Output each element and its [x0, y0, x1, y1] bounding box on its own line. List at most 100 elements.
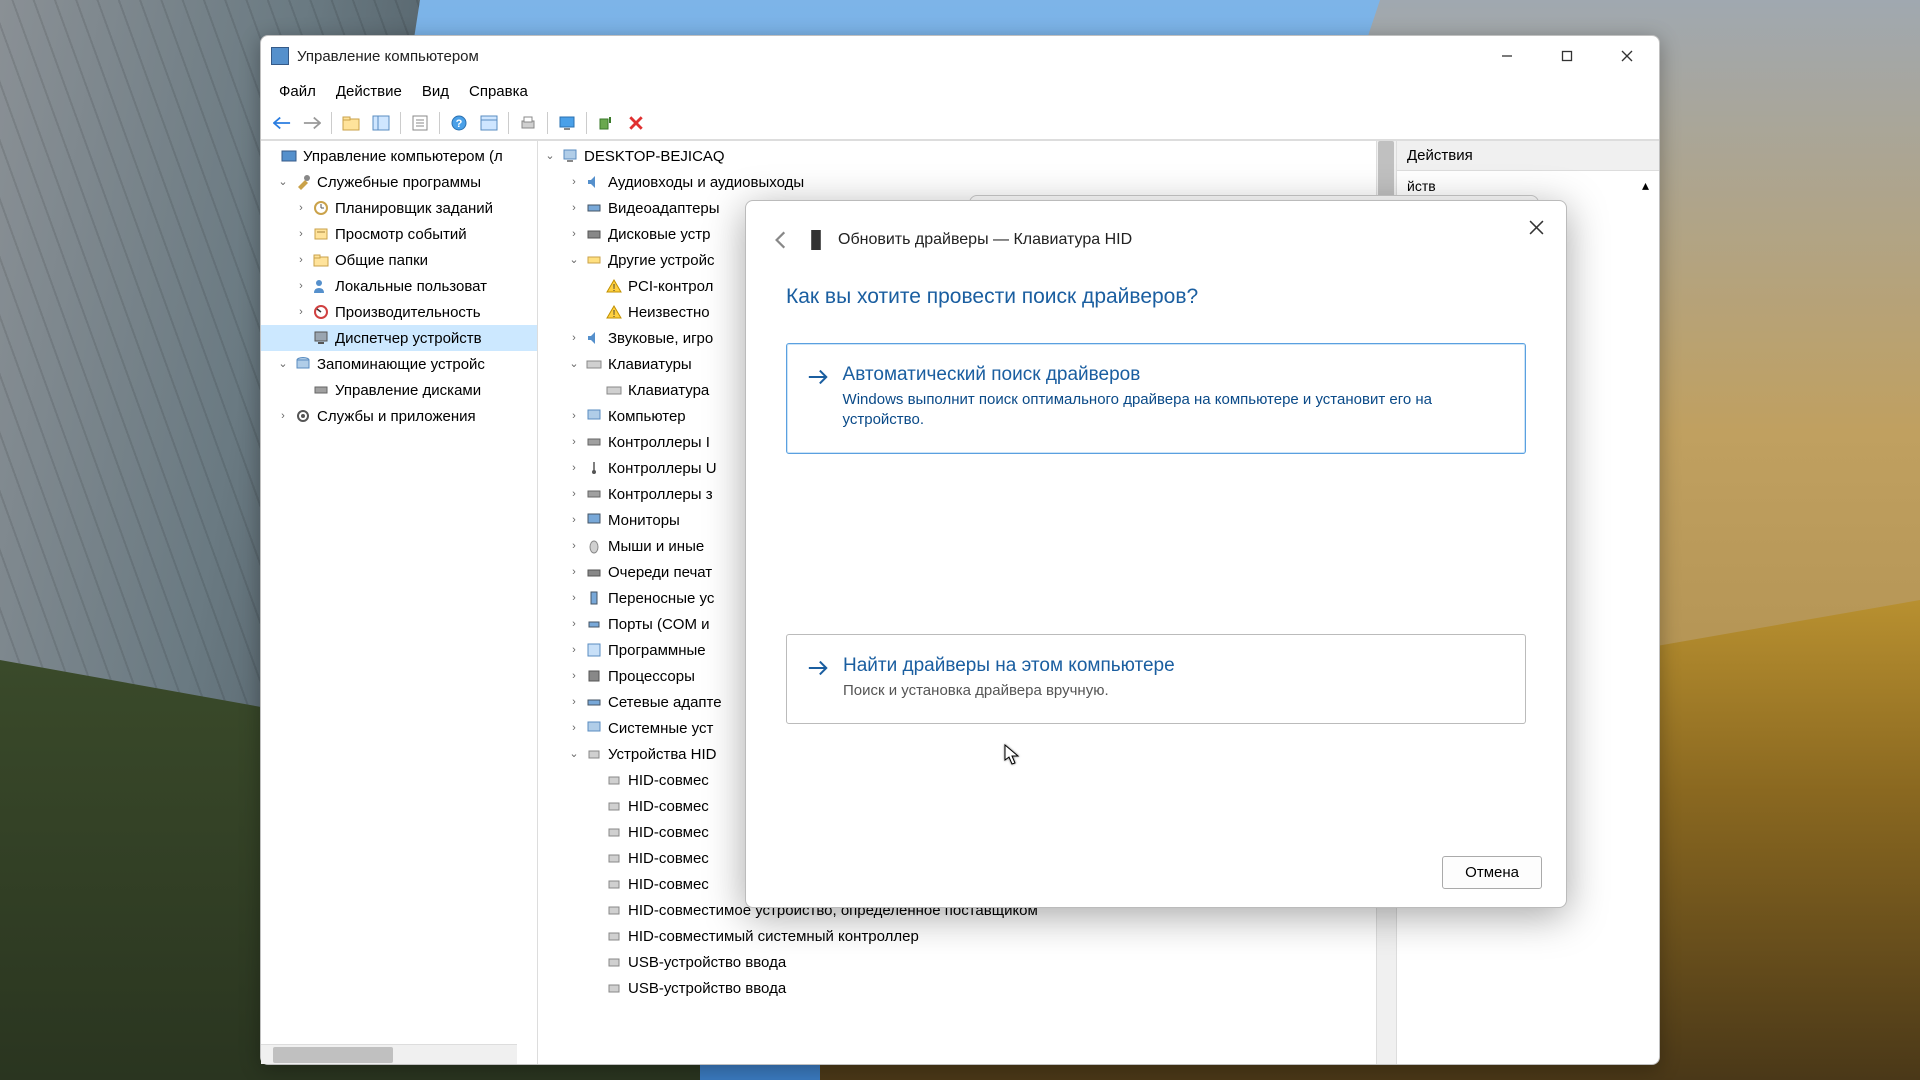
dev-ports[interactable]: Порты (COM и — [606, 612, 712, 637]
expand-icon[interactable]: › — [566, 170, 582, 195]
dev-usb-input[interactable]: USB-устройство ввода — [626, 976, 788, 1001]
show-hide-tree-button[interactable] — [366, 109, 396, 137]
dev-unknown[interactable]: Неизвестно — [626, 300, 712, 325]
dev-pci[interactable]: PCI-контрол — [626, 274, 715, 299]
nav-event-viewer[interactable]: Просмотр событий — [333, 222, 469, 247]
option-auto-search[interactable]: Автоматический поиск драйверов Windows в… — [786, 343, 1526, 454]
h-scrollbar[interactable] — [261, 1044, 517, 1064]
dev-monitors[interactable]: Мониторы — [606, 508, 682, 533]
dev-hid-item[interactable]: HID-совмес — [626, 872, 711, 897]
refresh-button[interactable] — [474, 109, 504, 137]
expand-icon[interactable]: › — [566, 482, 582, 507]
dev-hid-item[interactable]: HID-совмес — [626, 820, 711, 845]
menu-file[interactable]: Файл — [269, 79, 326, 104]
dialog-close-button[interactable] — [1514, 209, 1558, 245]
dev-hid[interactable]: Устройства HID — [606, 742, 718, 767]
expand-icon[interactable]: › — [566, 430, 582, 455]
expand-icon[interactable]: › — [293, 222, 309, 247]
dev-hid-item[interactable]: HID-совмес — [626, 846, 711, 871]
expand-icon[interactable]: › — [566, 664, 582, 689]
expand-icon[interactable]: › — [566, 222, 582, 247]
forward-button[interactable] — [297, 109, 327, 137]
menu-help[interactable]: Справка — [459, 79, 538, 104]
scrollbar-thumb[interactable] — [273, 1047, 393, 1063]
nav-services[interactable]: Службы и приложения — [315, 404, 478, 429]
dev-keyboards[interactable]: Клавиатуры — [606, 352, 694, 377]
expand-icon[interactable]: › — [566, 690, 582, 715]
expand-icon[interactable]: › — [566, 196, 582, 221]
dev-portable[interactable]: Переносные ус — [606, 586, 716, 611]
dev-video[interactable]: Видеоадаптеры — [606, 196, 722, 221]
nav-shared-folders[interactable]: Общие папки — [333, 248, 430, 273]
nav-disk-management[interactable]: Управление дисками — [333, 378, 483, 403]
dev-network[interactable]: Сетевые адапте — [606, 690, 724, 715]
expand-icon[interactable]: › — [566, 716, 582, 741]
maximize-button[interactable] — [1537, 36, 1597, 76]
dev-system[interactable]: Системные уст — [606, 716, 715, 741]
dev-storage-ctrl[interactable]: Контроллеры з — [606, 482, 715, 507]
expand-icon[interactable]: › — [293, 196, 309, 221]
nav-scheduler[interactable]: Планировщик заданий — [333, 196, 495, 221]
dev-audio[interactable]: Аудиовходы и аудиовыходы — [606, 170, 806, 195]
menu-action[interactable]: Действие — [326, 79, 412, 104]
dev-hid-item[interactable]: HID-совмес — [626, 768, 711, 793]
dev-other[interactable]: Другие устройс — [606, 248, 716, 273]
monitor-button[interactable] — [552, 109, 582, 137]
expand-icon[interactable]: › — [566, 508, 582, 533]
nav-sys-tools[interactable]: Служебные программы — [315, 170, 483, 195]
dev-hid-item[interactable]: HID-совмес — [626, 794, 711, 819]
properties-button[interactable] — [405, 109, 435, 137]
nav-storage[interactable]: Запоминающие устройс — [315, 352, 487, 377]
nav-device-manager[interactable]: Диспетчер устройств — [333, 326, 484, 351]
expand-icon[interactable]: › — [566, 586, 582, 611]
expand-icon[interactable]: › — [566, 456, 582, 481]
collapse-icon[interactable]: ⌄ — [566, 248, 582, 273]
expand-icon[interactable]: › — [566, 560, 582, 585]
minimize-button[interactable] — [1477, 36, 1537, 76]
dev-hid-sys[interactable]: HID-совместимый системный контроллер — [626, 924, 921, 949]
nav-local-users[interactable]: Локальные пользоват — [333, 274, 489, 299]
dev-disk[interactable]: Дисковые устр — [606, 222, 712, 247]
warning-icon: ! — [605, 303, 623, 321]
cancel-button[interactable]: Отмена — [1442, 856, 1542, 889]
expand-icon[interactable]: › — [293, 274, 309, 299]
dev-software[interactable]: Программные — [606, 638, 708, 663]
add-hardware-button[interactable] — [591, 109, 621, 137]
dev-usb-input[interactable]: USB-устройство ввода — [626, 950, 788, 975]
collapse-icon[interactable]: ⌄ — [566, 352, 582, 377]
up-button[interactable] — [336, 109, 366, 137]
help-button[interactable]: ? — [444, 109, 474, 137]
dev-host[interactable]: DESKTOP-BEJICAQ — [582, 144, 727, 169]
print-button[interactable] — [513, 109, 543, 137]
expand-icon[interactable]: › — [566, 638, 582, 663]
expand-icon[interactable]: › — [566, 326, 582, 351]
back-button[interactable] — [267, 109, 297, 137]
expand-icon[interactable]: › — [275, 404, 291, 429]
dev-cpu[interactable]: Процессоры — [606, 664, 697, 689]
delete-button[interactable] — [621, 109, 651, 137]
expand-icon[interactable]: › — [566, 534, 582, 559]
dev-print[interactable]: Очереди печат — [606, 560, 714, 585]
collapse-icon[interactable]: ⌄ — [566, 742, 582, 767]
expand-icon[interactable]: › — [293, 300, 309, 325]
dev-keyboard-item[interactable]: Клавиатура — [626, 378, 711, 403]
titlebar[interactable]: Управление компьютером — [261, 36, 1659, 76]
expand-icon[interactable]: › — [566, 612, 582, 637]
expand-icon[interactable]: › — [566, 404, 582, 429]
dialog-back-button[interactable] — [768, 227, 794, 253]
collapse-icon[interactable]: ⌄ — [542, 144, 558, 169]
dev-usb[interactable]: Контроллеры U — [606, 456, 719, 481]
dev-sound[interactable]: Звуковые, игро — [606, 326, 715, 351]
close-button[interactable] — [1597, 36, 1657, 76]
nav-root[interactable]: Управление компьютером (л — [301, 144, 505, 169]
dev-ide[interactable]: Контроллеры I — [606, 430, 712, 455]
dev-mice[interactable]: Мыши и иные — [606, 534, 706, 559]
dev-computer[interactable]: Компьютер — [606, 404, 688, 429]
option-browse-computer[interactable]: Найти драйверы на этом компьютере Поиск … — [786, 634, 1526, 724]
nav-performance[interactable]: Производительность — [333, 300, 483, 325]
nav-tree[interactable]: Управление компьютером (л ⌄ Служебные про… — [261, 141, 538, 1064]
expand-icon[interactable]: ⌄ — [275, 170, 291, 195]
expand-icon[interactable]: ⌄ — [275, 352, 291, 377]
menu-view[interactable]: Вид — [412, 79, 459, 104]
expand-icon[interactable]: › — [293, 248, 309, 273]
